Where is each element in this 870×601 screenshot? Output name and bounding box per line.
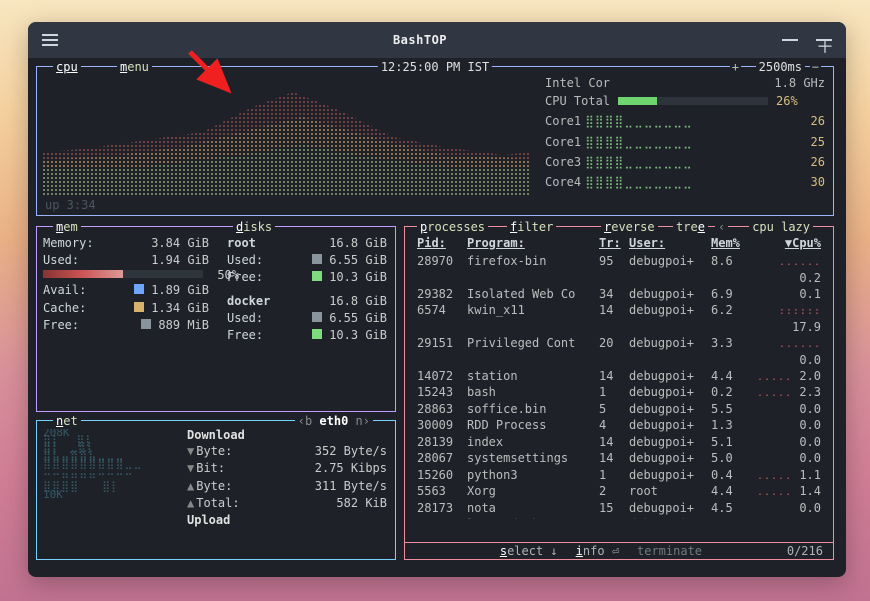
mem-avail-value: 1.89 GiB bbox=[151, 283, 209, 297]
net-stat-row: ▼Bit:2.75 Kibps bbox=[187, 460, 387, 476]
cpu-total-bar bbox=[618, 97, 768, 105]
interval-plus[interactable]: + bbox=[730, 59, 741, 75]
proc-row[interactable]: 29151Privileged Cont20debugpoi+3.3......… bbox=[417, 335, 821, 368]
cpu-graph bbox=[43, 77, 531, 197]
tree-label[interactable]: tree bbox=[673, 219, 708, 235]
cpu-panel: cpu mmenuenu 12:25:00 PM IST + 2500ms − bbox=[36, 66, 834, 216]
mem-cache-value: 1.34 GiB bbox=[151, 301, 209, 315]
proc-row[interactable]: 29382Isolated Web Co34debugpoi+6.9 0.1 bbox=[417, 286, 821, 303]
mem-label[interactable]: mem bbox=[53, 219, 81, 235]
mem-panel: mem disks Memory:3.84 GiB Used:1.94 GiB … bbox=[36, 226, 396, 412]
disk-used: Used: 6.55 GiB bbox=[227, 310, 387, 326]
interval-minus[interactable]: − bbox=[810, 59, 821, 75]
mem-cache-label: Cache: bbox=[43, 300, 86, 316]
proc-row[interactable]: 28067systemsettings14debugpoi+5.0 0.0 bbox=[417, 450, 821, 467]
sort-prev-icon[interactable]: ‹ bbox=[715, 219, 728, 235]
mem-free-value: 889 MiB bbox=[158, 318, 209, 332]
split-window-icon[interactable] bbox=[782, 39, 798, 41]
proc-row[interactable]: 6574kwin_x1114debugpoi+6.2:::::: 17.9 bbox=[417, 302, 821, 335]
new-tab-icon[interactable]: ＋ bbox=[816, 39, 832, 41]
terminate-hint[interactable]: terminate bbox=[637, 543, 702, 559]
disk-name: docker16.8 GiB bbox=[227, 293, 387, 309]
download-heading: Download bbox=[187, 427, 387, 443]
disk-name: root16.8 GiB bbox=[227, 235, 387, 251]
proc-row[interactable]: 15260python31debugpoi+0.4..... 1.1 bbox=[417, 467, 821, 484]
menu-icon[interactable] bbox=[42, 39, 58, 41]
cpu-label[interactable]: cpu bbox=[53, 59, 81, 75]
update-interval: 2500ms bbox=[756, 59, 805, 75]
filter-label[interactable]: filter bbox=[507, 219, 556, 235]
proc-count: 0/216 bbox=[787, 543, 823, 559]
cpu-total-pct: 26% bbox=[776, 93, 798, 109]
proc-row[interactable]: 14072station14debugpoi+4.4..... 2.0 bbox=[417, 368, 821, 385]
menu-label[interactable]: mmenuenu bbox=[117, 59, 152, 75]
titlebar: BashTOP ＋ bbox=[28, 22, 846, 58]
net-stats: Download ▼Byte:352 Byte/s▼Bit:2.75 Kibps… bbox=[187, 427, 387, 528]
proc-list[interactable]: 28970firefox-bin95debugpoi+8.6...... 0.2… bbox=[411, 253, 827, 519]
proc-row[interactable]: 6764latte-dock27debugpoi+8.6..... 3.5 bbox=[417, 516, 821, 519]
select-hint: select ↓ bbox=[500, 543, 558, 559]
uptime: up 3:34 bbox=[45, 197, 96, 213]
net-panel: net ‹b eth0 n› 208K ⣿⡇ ⣿⡇⣿⡇ ⣀⣿⡇⣿⣧⣤⣿⣿⣧⣀⣀⣀… bbox=[36, 420, 396, 560]
proc-row[interactable]: 28863soffice.bin5debugpoi+5.5 0.0 bbox=[417, 401, 821, 418]
disk-free: Free: 10.3 GiB bbox=[227, 327, 387, 343]
core-row: Core4⣿⣿⣿⣿⣀⣀⣀⣀⣀⣀⣀30 bbox=[545, 174, 825, 190]
clock: 12:25:00 PM IST bbox=[378, 59, 492, 75]
proc-row[interactable]: 15243bash1debugpoi+0.2..... 2.3 bbox=[417, 384, 821, 401]
proc-row[interactable]: 30009RDD Process4debugpoi+1.3 0.0 bbox=[417, 417, 821, 434]
proc-row[interactable]: 5563Xorg2root4.4..... 1.4 bbox=[417, 483, 821, 500]
mem-used-bar: 50% bbox=[43, 270, 203, 278]
cpu-chip: Intel Cor bbox=[545, 75, 610, 91]
disk-used: Used: 6.55 GiB bbox=[227, 252, 387, 268]
window-title: BashTOP bbox=[58, 32, 782, 48]
mem-total-label: Memory: bbox=[43, 235, 94, 251]
net-stat-row: ▼Byte:352 Byte/s bbox=[187, 443, 387, 459]
disk-column: root16.8 GiB Used: 6.55 GiB Free: 10.3 G… bbox=[227, 235, 387, 350]
proc-row[interactable]: 28173nota15debugpoi+4.5 0.0 bbox=[417, 500, 821, 517]
net-stat-row: ▲Total:582 KiB bbox=[187, 495, 387, 511]
net-label[interactable]: net bbox=[53, 413, 81, 429]
proc-row[interactable]: 28139index14debugpoi+5.1 0.0 bbox=[417, 434, 821, 451]
mem-avail-label: Avail: bbox=[43, 282, 86, 298]
reverse-label[interactable]: reverse bbox=[601, 219, 658, 235]
upload-heading: Upload bbox=[187, 512, 387, 528]
info-hint: info ⏎ bbox=[576, 543, 619, 559]
cpu-total-label: CPU Total bbox=[545, 93, 610, 109]
mem-total-value: 3.84 GiB bbox=[151, 235, 209, 251]
net-stat-row: ▲Byte:311 Byte/s bbox=[187, 478, 387, 494]
disk-free: Free: 10.3 GiB bbox=[227, 269, 387, 285]
mem-used-value: 1.94 GiB bbox=[151, 252, 209, 268]
mem-free-label: Free: bbox=[43, 317, 79, 333]
net-graph: 208K ⣿⡇ ⣿⡇⣿⡇ ⣀⣿⡇⣿⣧⣤⣿⣿⣧⣀⣀⣀⣿⣿⣿⣿⣿⣿⣿⣿⣿⣀⣀⠉⠉⠛⠛… bbox=[43, 429, 173, 547]
proc-row[interactable]: 28970firefox-bin95debugpoi+8.6...... 0.2 bbox=[417, 253, 821, 286]
cpu-info: Intel Cor 1.8 GHz CPU Total 26% Core1⣿⣿⣿⣿… bbox=[545, 75, 825, 190]
cpu-freq: 1.8 GHz bbox=[774, 75, 825, 91]
core-row: Core1⣿⣿⣿⣿⣀⣀⣀⣀⣀⣀⣀26 bbox=[545, 113, 825, 129]
proc-panel: processes filter reverse tree ‹ cpu lazy… bbox=[404, 226, 834, 560]
core-row: Core1⣿⣿⣿⣿⣀⣀⣀⣀⣀⣀⣀25 bbox=[545, 134, 825, 150]
proc-footer: select ↓ info ⏎ terminate 0/216 bbox=[405, 542, 833, 560]
disks-label[interactable]: disks bbox=[233, 219, 275, 235]
core-row: Core3⣿⣿⣿⣿⣀⣀⣀⣀⣀⣀⣀26 bbox=[545, 154, 825, 170]
mem-used-label: Used: bbox=[43, 252, 79, 268]
proc-label[interactable]: processes bbox=[417, 219, 488, 235]
cpu-mode[interactable]: cpu lazy bbox=[749, 219, 813, 235]
mem-column: Memory: 3.84 GiB Used: 1.94 GiB 50% Avail:… bbox=[43, 235, 209, 334]
